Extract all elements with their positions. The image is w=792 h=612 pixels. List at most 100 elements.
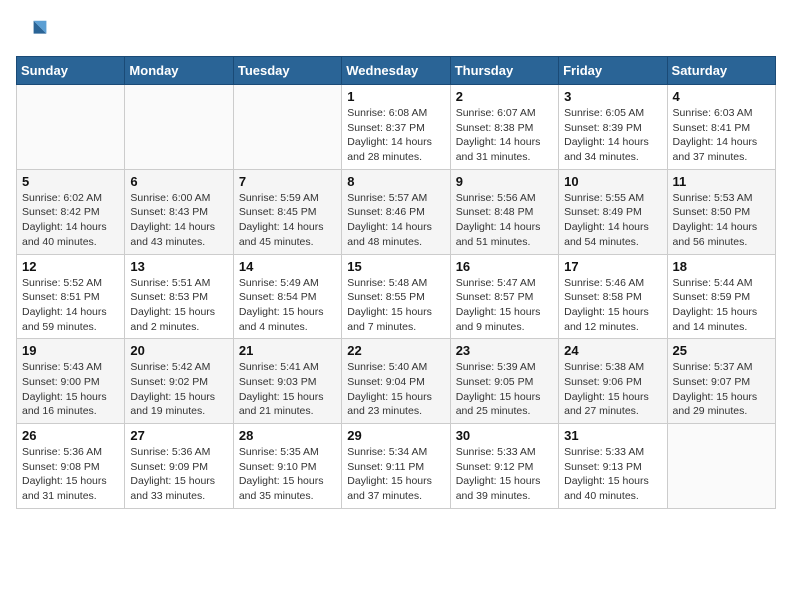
calendar-cell: 13Sunrise: 5:51 AM Sunset: 8:53 PM Dayli… [125,254,233,339]
day-number: 19 [22,343,119,358]
day-info: Sunrise: 5:55 AM Sunset: 8:49 PM Dayligh… [564,191,661,250]
day-info: Sunrise: 5:42 AM Sunset: 9:02 PM Dayligh… [130,360,227,419]
day-info: Sunrise: 5:38 AM Sunset: 9:06 PM Dayligh… [564,360,661,419]
day-number: 7 [239,174,336,189]
calendar-cell [17,85,125,170]
column-header-wednesday: Wednesday [342,57,450,85]
day-info: Sunrise: 5:41 AM Sunset: 9:03 PM Dayligh… [239,360,336,419]
day-info: Sunrise: 5:35 AM Sunset: 9:10 PM Dayligh… [239,445,336,504]
day-info: Sunrise: 5:57 AM Sunset: 8:46 PM Dayligh… [347,191,444,250]
day-info: Sunrise: 5:33 AM Sunset: 9:12 PM Dayligh… [456,445,553,504]
calendar-cell: 3 Sunrise: 6:05 AM Sunset: 8:39 PM Daylig… [559,85,667,170]
day-info: Sunrise: 6:05 AM Sunset: 8:39 PM Dayligh… [564,106,661,165]
day-number: 24 [564,343,661,358]
day-info: Sunrise: 5:40 AM Sunset: 9:04 PM Dayligh… [347,360,444,419]
day-number: 30 [456,428,553,443]
week-row-4: 19 Sunrise: 5:43 AM Sunset: 9:00 PM Dayli… [17,339,776,424]
calendar-cell: 11 Sunrise: 5:53 AM Sunset: 8:50 PM Dayli… [667,169,775,254]
calendar-cell: 6Sunrise: 6:00 AM Sunset: 8:43 PM Daylig… [125,169,233,254]
day-info: Sunrise: 5:39 AM Sunset: 9:05 PM Dayligh… [456,360,553,419]
calendar-cell [125,85,233,170]
day-info: Sunrise: 5:49 AM Sunset: 8:54 PM Dayligh… [239,276,336,335]
day-number: 17 [564,259,661,274]
day-info: Sunrise: 5:47 AM Sunset: 8:57 PM Dayligh… [456,276,553,335]
column-header-sunday: Sunday [17,57,125,85]
day-number: 16 [456,259,553,274]
calendar-cell: 18 Sunrise: 5:44 AM Sunset: 8:59 PM Dayli… [667,254,775,339]
day-number: 11 [673,174,770,189]
calendar-cell: 28 Sunrise: 5:35 AM Sunset: 9:10 PM Dayli… [233,424,341,509]
calendar-cell: 7 Sunrise: 5:59 AM Sunset: 8:45 PM Daylig… [233,169,341,254]
week-row-1: 1Sunrise: 6:08 AM Sunset: 8:37 PM Daylig… [17,85,776,170]
day-info: Sunrise: 5:46 AM Sunset: 8:58 PM Dayligh… [564,276,661,335]
day-number: 22 [347,343,444,358]
day-info: Sunrise: 5:33 AM Sunset: 9:13 PM Dayligh… [564,445,661,504]
day-info: Sunrise: 5:36 AM Sunset: 9:09 PM Dayligh… [130,445,227,504]
calendar-cell: 5 Sunrise: 6:02 AM Sunset: 8:42 PM Daylig… [17,169,125,254]
day-info: Sunrise: 5:53 AM Sunset: 8:50 PM Dayligh… [673,191,770,250]
day-number: 4 [673,89,770,104]
calendar-cell: 2 Sunrise: 6:07 AM Sunset: 8:38 PM Daylig… [450,85,558,170]
page-header [16,16,776,48]
calendar-cell: 4 Sunrise: 6:03 AM Sunset: 8:41 PM Daylig… [667,85,775,170]
calendar-cell: 14 Sunrise: 5:49 AM Sunset: 8:54 PM Dayli… [233,254,341,339]
day-number: 6 [130,174,227,189]
column-header-friday: Friday [559,57,667,85]
day-info: Sunrise: 5:43 AM Sunset: 9:00 PM Dayligh… [22,360,119,419]
day-number: 28 [239,428,336,443]
day-number: 8 [347,174,444,189]
day-info: Sunrise: 6:03 AM Sunset: 8:41 PM Dayligh… [673,106,770,165]
day-number: 31 [564,428,661,443]
day-number: 13 [130,259,227,274]
calendar-cell: 16 Sunrise: 5:47 AM Sunset: 8:57 PM Dayli… [450,254,558,339]
day-number: 2 [456,89,553,104]
day-number: 14 [239,259,336,274]
day-number: 21 [239,343,336,358]
day-number: 3 [564,89,661,104]
day-info: Sunrise: 5:44 AM Sunset: 8:59 PM Dayligh… [673,276,770,335]
calendar-cell: 31 Sunrise: 5:33 AM Sunset: 9:13 PM Dayli… [559,424,667,509]
calendar-cell: 9 Sunrise: 5:56 AM Sunset: 8:48 PM Daylig… [450,169,558,254]
calendar-cell: 17 Sunrise: 5:46 AM Sunset: 8:58 PM Dayli… [559,254,667,339]
day-number: 18 [673,259,770,274]
day-info: Sunrise: 6:07 AM Sunset: 8:38 PM Dayligh… [456,106,553,165]
day-number: 10 [564,174,661,189]
calendar-cell: 15 Sunrise: 5:48 AM Sunset: 8:55 PM Dayli… [342,254,450,339]
column-header-saturday: Saturday [667,57,775,85]
day-info: Sunrise: 5:48 AM Sunset: 8:55 PM Dayligh… [347,276,444,335]
day-info: Sunrise: 5:59 AM Sunset: 8:45 PM Dayligh… [239,191,336,250]
day-number: 9 [456,174,553,189]
column-header-monday: Monday [125,57,233,85]
day-info: Sunrise: 5:56 AM Sunset: 8:48 PM Dayligh… [456,191,553,250]
calendar-cell: 10 Sunrise: 5:55 AM Sunset: 8:49 PM Dayli… [559,169,667,254]
calendar-cell: 26Sunrise: 5:36 AM Sunset: 9:08 PM Dayli… [17,424,125,509]
calendar-table: SundayMondayTuesdayWednesdayThursdayFrid… [16,56,776,509]
week-row-3: 12Sunrise: 5:52 AM Sunset: 8:51 PM Dayli… [17,254,776,339]
week-row-2: 5 Sunrise: 6:02 AM Sunset: 8:42 PM Daylig… [17,169,776,254]
calendar-cell: 19 Sunrise: 5:43 AM Sunset: 9:00 PM Dayli… [17,339,125,424]
day-number: 23 [456,343,553,358]
calendar-cell: 29 Sunrise: 5:34 AM Sunset: 9:11 PM Dayli… [342,424,450,509]
calendar-cell [667,424,775,509]
day-info: Sunrise: 6:02 AM Sunset: 8:42 PM Dayligh… [22,191,119,250]
day-number: 27 [130,428,227,443]
column-header-thursday: Thursday [450,57,558,85]
week-row-5: 26Sunrise: 5:36 AM Sunset: 9:08 PM Dayli… [17,424,776,509]
logo-icon [16,16,48,48]
calendar-cell: 27 Sunrise: 5:36 AM Sunset: 9:09 PM Dayli… [125,424,233,509]
logo [16,16,52,48]
calendar-cell: 20 Sunrise: 5:42 AM Sunset: 9:02 PM Dayli… [125,339,233,424]
day-info: Sunrise: 5:36 AM Sunset: 9:08 PM Dayligh… [22,445,119,504]
day-number: 5 [22,174,119,189]
calendar-cell: 25Sunrise: 5:37 AM Sunset: 9:07 PM Dayli… [667,339,775,424]
day-number: 20 [130,343,227,358]
calendar-cell: 22 Sunrise: 5:40 AM Sunset: 9:04 PM Dayli… [342,339,450,424]
calendar-cell: 12Sunrise: 5:52 AM Sunset: 8:51 PM Dayli… [17,254,125,339]
calendar-cell [233,85,341,170]
calendar-cell: 21 Sunrise: 5:41 AM Sunset: 9:03 PM Dayli… [233,339,341,424]
day-number: 12 [22,259,119,274]
day-info: Sunrise: 5:34 AM Sunset: 9:11 PM Dayligh… [347,445,444,504]
day-number: 15 [347,259,444,274]
day-number: 29 [347,428,444,443]
day-number: 1 [347,89,444,104]
